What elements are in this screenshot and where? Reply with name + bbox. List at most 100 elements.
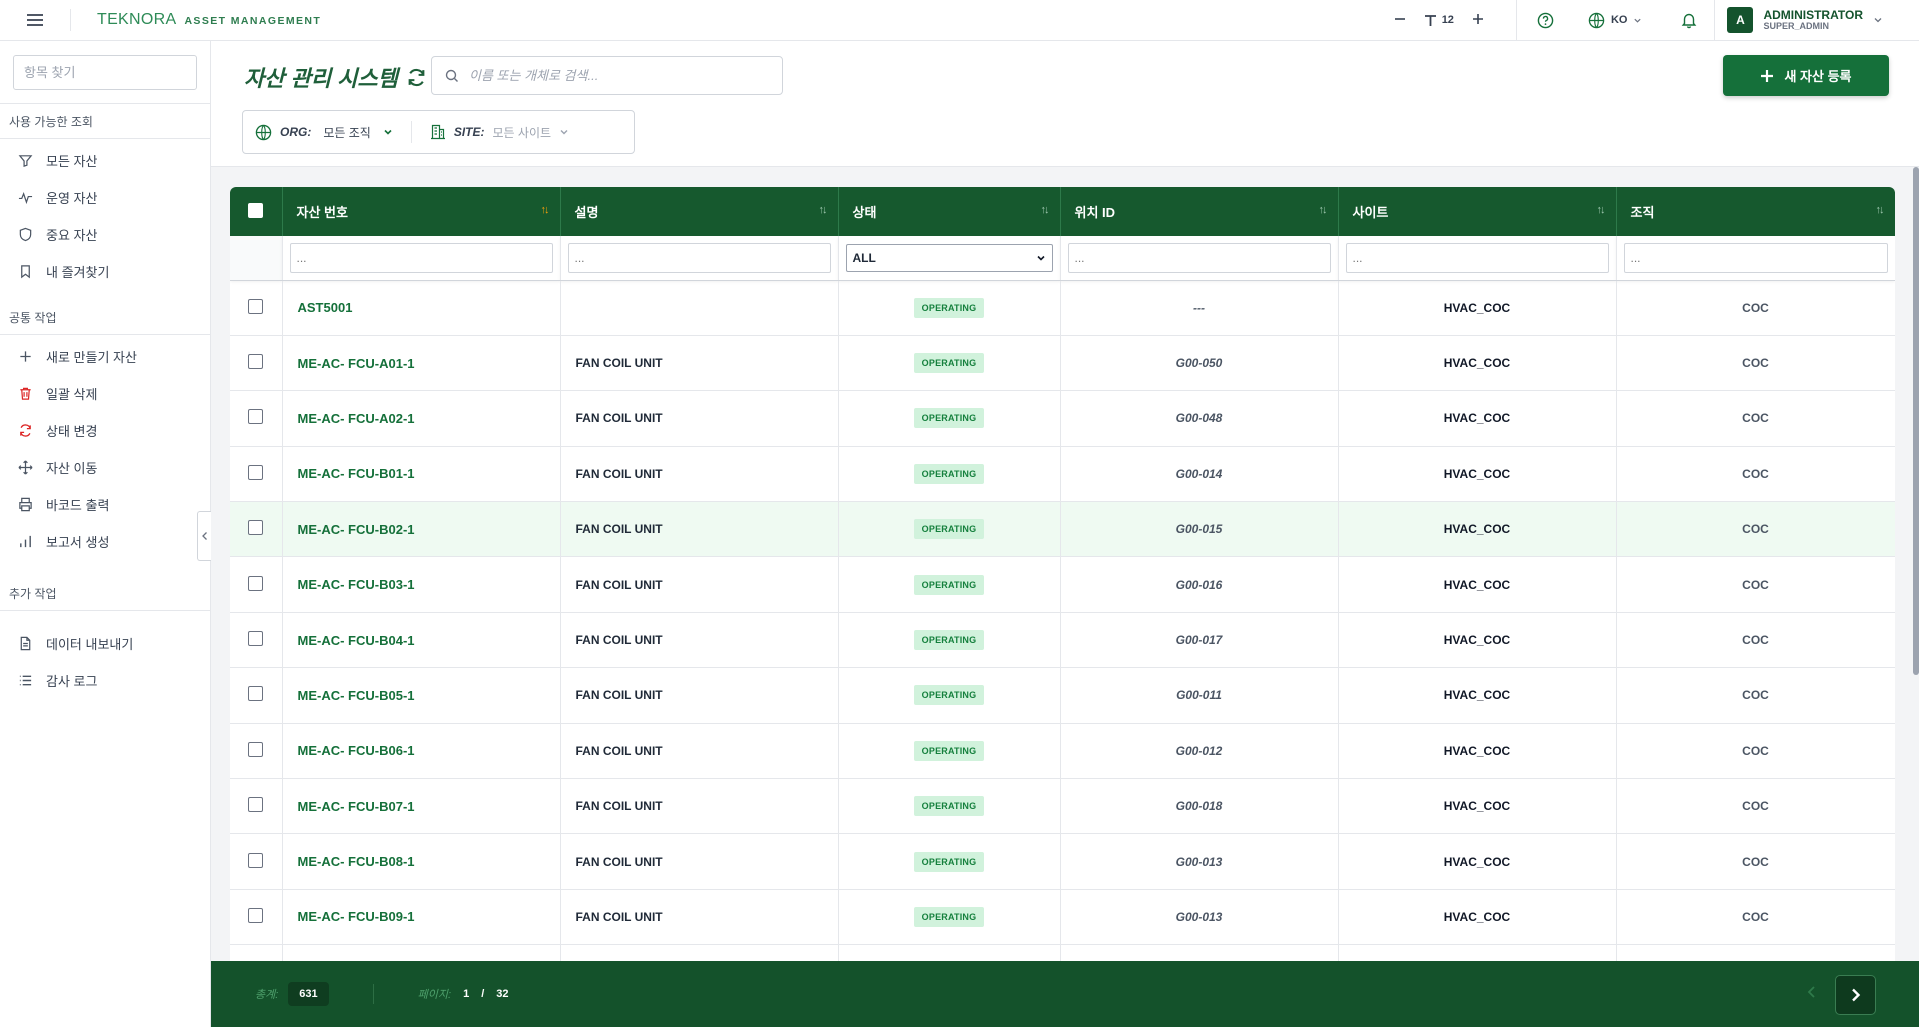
table-row[interactable]: ME-AC- FCU-B01-1 FAN COIL UNIT OPERATING G0… [230, 446, 1895, 503]
notifications-button[interactable] [1656, 11, 1714, 29]
sidebar-search-input[interactable] [24, 65, 200, 80]
asset-table: 자산 번호 ↑↓ 설명 ↑↓ 상태 ↑↓ 위치 ID ↑↓ 사이트 ↑↓ 조직 ↑↓ ALL [230, 187, 1895, 961]
status-badge: OPERATING [913, 906, 985, 927]
asset-number-link[interactable]: ME-AC- FCU-B02-1 [298, 522, 415, 537]
select-all-checkbox[interactable] [248, 202, 264, 218]
hamburger-menu-button[interactable] [0, 0, 70, 41]
sort-icon[interactable]: ↑↓ [1876, 204, 1885, 216]
sidebar-item-export-data[interactable]: 데이터 내보내기 [0, 625, 210, 662]
asset-number-link[interactable]: ME-AC- FCU-B09-1 [298, 909, 415, 924]
asset-number-link[interactable]: ME-AC- FCU-A01-1 [298, 356, 415, 371]
row-checkbox[interactable] [248, 797, 264, 813]
row-checkbox[interactable] [248, 741, 264, 757]
asset-number-link[interactable]: ME-AC- FCU-B03-1 [298, 577, 415, 592]
help-button[interactable] [1517, 12, 1574, 29]
previous-page-button[interactable] [1807, 985, 1817, 1004]
asset-number-link[interactable]: ME-AC- FCU-B01-1 [298, 466, 415, 481]
description-text: FAN COIL UNIT [575, 522, 663, 537]
row-checkbox[interactable] [248, 852, 264, 868]
table-row[interactable]: ME-AC- FCU-B07-1 FAN COIL UNIT OPERATING G0… [230, 778, 1895, 835]
row-checkbox[interactable] [248, 409, 264, 425]
sidebar-item-move-asset[interactable]: 자산 이동 [0, 449, 210, 486]
sort-icon[interactable]: ↑↓ [819, 204, 828, 216]
column-header-site[interactable]: 사이트 ↑↓ [1338, 187, 1617, 236]
sidebar-item-audit-log[interactable]: 감사 로그 [0, 662, 210, 699]
row-checkbox[interactable] [248, 354, 264, 370]
column-header-location-id[interactable]: 위치 ID ↑↓ [1060, 187, 1339, 236]
sidebar-item-change-status[interactable]: 상태 변경 [0, 412, 210, 449]
user-menu[interactable]: A ADMINISTRATOR SUPER_ADMIN [1715, 7, 1919, 33]
next-page-button[interactable] [1835, 975, 1876, 1015]
row-checkbox[interactable] [248, 686, 264, 702]
brand[interactable]: TEKNORA ASSET MANAGEMENT [97, 11, 321, 29]
table-row[interactable]: ME-AC- FCU-B09-1 FAN COIL UNIT OPERATING G0… [230, 889, 1895, 946]
sort-icon[interactable]: ↑↓ [1597, 204, 1606, 216]
status-badge: OPERATING [913, 796, 985, 817]
scrollbar[interactable] [1913, 167, 1919, 675]
row-checkbox[interactable] [248, 907, 264, 923]
table-row[interactable]: ME-AC- FCU-B04-1 FAN COIL UNIT OPERATING G0… [230, 612, 1895, 669]
organization-cell: COC [1616, 889, 1895, 946]
organization-filter-input[interactable] [1623, 242, 1888, 273]
asset-number-link[interactable]: ME-AC- FCU-B05-1 [298, 688, 415, 703]
language-selector[interactable]: KO [1574, 12, 1657, 29]
refresh-icon[interactable] [406, 67, 427, 88]
table-row[interactable]: ME-AC- FCU-B06-1 FAN COIL UNIT OPERATING G0… [230, 723, 1895, 780]
page-current: 1 [463, 988, 470, 1000]
asset-number-link[interactable]: ME-AC- FCU-B07-1 [298, 799, 415, 814]
location-filter-input[interactable] [1067, 242, 1331, 273]
sort-icon[interactable]: ↑↓ [541, 204, 550, 216]
description-cell: FAN COIL UNIT [560, 667, 839, 724]
sidebar-item-bulk-delete[interactable]: 일괄 삭제 [0, 375, 210, 412]
site-filter-input[interactable] [1345, 242, 1609, 273]
row-checkbox[interactable] [248, 520, 264, 536]
sidebar-item-generate-report[interactable]: 보고서 생성 [0, 523, 210, 560]
sidebar-item-print-barcode[interactable]: 바코드 출력 [0, 486, 210, 523]
table-row[interactable]: ME-AC- FCU-B02-1 FAN COIL UNIT OPERATING G0… [230, 501, 1895, 558]
sidebar-item-new-asset[interactable]: 새로 만들기 자산 [0, 338, 210, 375]
sort-icon[interactable]: ↑↓ [1319, 204, 1328, 216]
chevron-down-icon [1634, 18, 1642, 23]
main-search-input[interactable] [469, 68, 769, 83]
new-asset-button[interactable]: 새 자산 등록 [1723, 55, 1889, 96]
sidebar-item-operating-assets[interactable]: 운영 자산 [0, 179, 210, 216]
font-decrease-button[interactable] [1394, 13, 1406, 28]
shield-icon [19, 227, 32, 242]
column-header-description[interactable]: 설명 ↑↓ [560, 187, 839, 236]
table-row[interactable]: ME-AC- FCU-B08-1 FAN COIL UNIT OPERATING G0… [230, 833, 1895, 890]
globe-icon [255, 124, 272, 140]
table-row[interactable]: ME-AC- FCU-A02-1 FAN COIL UNIT OPERATING G0… [230, 390, 1895, 447]
table-row[interactable]: ME-AC- FCU-B05-1 FAN COIL UNIT OPERATING G0… [230, 667, 1895, 724]
column-header-status[interactable]: 상태 ↑↓ [838, 187, 1061, 236]
row-select-cell [230, 280, 283, 336]
description-filter-input[interactable] [567, 242, 831, 273]
table-row[interactable] [230, 944, 1895, 961]
sort-icon[interactable]: ↑↓ [1041, 204, 1050, 216]
table-row[interactable]: AST5001 OPERATING --- HVAC_COC COC [230, 280, 1895, 336]
sidebar-item-critical-assets[interactable]: 중요 자산 [0, 216, 210, 253]
sidebar-collapse-button[interactable] [197, 511, 211, 561]
asset-number-link[interactable]: AST5001 [298, 300, 353, 315]
sidebar-item-favorites[interactable]: 내 즐겨찾기 [0, 253, 210, 290]
asset-number-link[interactable]: ME-AC- FCU-B04-1 [298, 633, 415, 648]
row-checkbox[interactable] [248, 631, 264, 647]
row-checkbox[interactable] [248, 298, 264, 314]
org-filter[interactable]: ORG: 모든 조직 [255, 124, 393, 141]
filter-icon [18, 155, 33, 167]
asset-number-link[interactable]: ME-AC- FCU-B06-1 [298, 743, 415, 758]
asset-number-link[interactable]: ME-AC- FCU-B08-1 [298, 854, 415, 869]
status-filter-select[interactable]: ALL [845, 243, 1053, 272]
row-checkbox[interactable] [248, 575, 264, 591]
chevron-down-icon [560, 130, 568, 135]
table-row[interactable]: ME-AC- FCU-A01-1 FAN COIL UNIT OPERATING G0… [230, 335, 1895, 392]
table-row[interactable]: ME-AC- FCU-B03-1 FAN COIL UNIT OPERATING G0… [230, 556, 1895, 613]
status-cell: OPERATING [838, 501, 1061, 558]
column-header-asset-number[interactable]: 자산 번호 ↑↓ [282, 187, 561, 236]
site-filter[interactable]: SITE: 모든 사이트 [430, 124, 569, 141]
sidebar-item-all-assets[interactable]: 모든 자산 [0, 142, 210, 179]
font-increase-button[interactable] [1472, 13, 1484, 28]
asset-number-link[interactable]: ME-AC- FCU-A02-1 [298, 411, 415, 426]
asset-number-filter-input[interactable] [289, 242, 553, 273]
column-header-organization[interactable]: 조직 ↑↓ [1616, 187, 1895, 236]
row-checkbox[interactable] [248, 464, 264, 480]
